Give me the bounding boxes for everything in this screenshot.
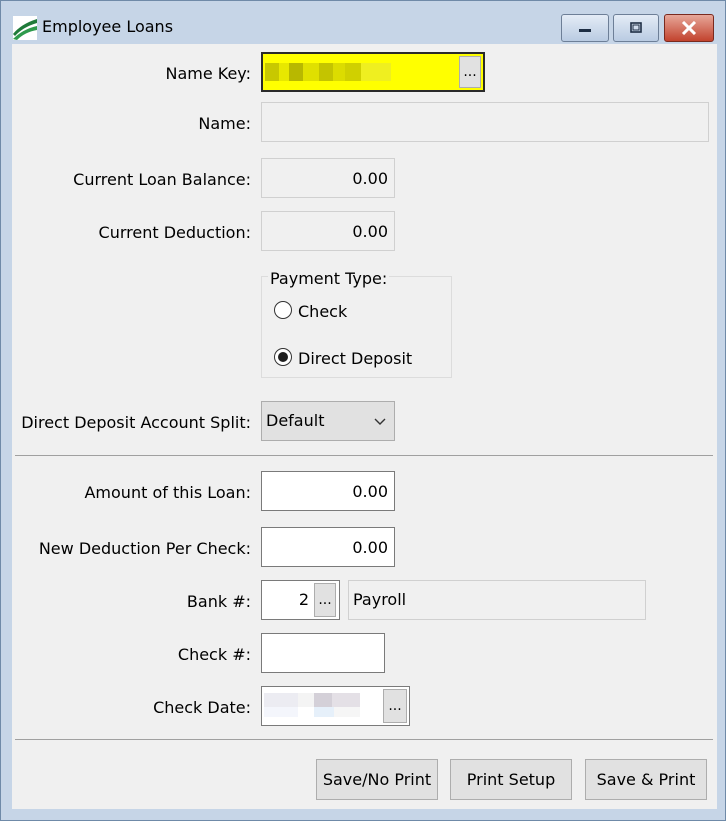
name-key-input[interactable]: ... <box>261 52 485 92</box>
current-loan-balance-field: 0.00 <box>261 158 395 198</box>
check-number-label: Check #: <box>177 645 251 664</box>
selected-dot <box>278 352 288 362</box>
check-date-input[interactable]: ... <box>261 686 410 726</box>
name-key-label: Name Key: <box>165 64 251 83</box>
dd-split-label: Direct Deposit Account Split: <box>21 413 251 432</box>
bank-input[interactable]: 2 ... <box>261 580 340 620</box>
minimize-button[interactable] <box>561 14 609 42</box>
divider-bottom <box>15 739 713 740</box>
new-deduction-input[interactable]: 0.00 <box>261 527 395 567</box>
close-button[interactable] <box>664 14 714 42</box>
bank-value: 2 <box>298 590 309 609</box>
amount-of-loan-label: Amount of this Loan: <box>84 483 251 502</box>
name-label: Name: <box>198 114 251 133</box>
check-date-label: Check Date: <box>153 698 251 717</box>
dd-split-value: Default <box>266 411 325 430</box>
form-client-area: Name Key: ... Name: Current Loan Balance… <box>12 44 717 809</box>
redacted-date <box>264 693 360 717</box>
app-icon <box>13 16 37 40</box>
employee-loans-window: Employee Loans Name Key: ... Name: Curre… <box>0 0 726 821</box>
current-deduction-field: 0.00 <box>261 211 395 251</box>
check-radio[interactable] <box>274 301 292 319</box>
dd-split-select[interactable]: Default <box>261 401 395 441</box>
print-setup-button[interactable]: Print Setup <box>450 759 572 800</box>
current-loan-balance-label: Current Loan Balance: <box>73 170 251 189</box>
name-key-browse-button[interactable]: ... <box>459 56 481 88</box>
bank-name-field: Payroll <box>348 580 646 620</box>
window-title: Employee Loans <box>42 17 174 36</box>
amount-of-loan-input[interactable]: 0.00 <box>261 471 395 511</box>
title-bar[interactable]: Employee Loans <box>1 1 725 44</box>
check-date-browse-button[interactable]: ... <box>383 689 407 723</box>
divider-top <box>15 455 713 456</box>
chevron-down-icon <box>374 418 386 425</box>
maximize-icon <box>630 22 642 33</box>
bank-label: Bank #: <box>186 592 251 611</box>
name-field <box>261 102 709 142</box>
new-deduction-label: New Deduction Per Check: <box>38 539 251 558</box>
save-no-print-button[interactable]: Save/No Print <box>316 759 438 800</box>
direct-deposit-radio-label[interactable]: Direct Deposit <box>298 349 412 368</box>
minimize-icon <box>579 29 591 32</box>
current-deduction-label: Current Deduction: <box>98 223 251 242</box>
check-number-input[interactable] <box>261 633 385 673</box>
check-radio-label[interactable]: Check <box>298 302 347 321</box>
save-and-print-button[interactable]: Save & Print <box>585 759 707 800</box>
bank-browse-button[interactable]: ... <box>314 583 336 617</box>
maximize-button[interactable] <box>613 14 659 42</box>
direct-deposit-radio[interactable] <box>274 348 292 366</box>
close-icon <box>681 21 697 35</box>
redacted-value <box>265 63 391 81</box>
payment-type-label: Payment Type: <box>268 269 390 288</box>
